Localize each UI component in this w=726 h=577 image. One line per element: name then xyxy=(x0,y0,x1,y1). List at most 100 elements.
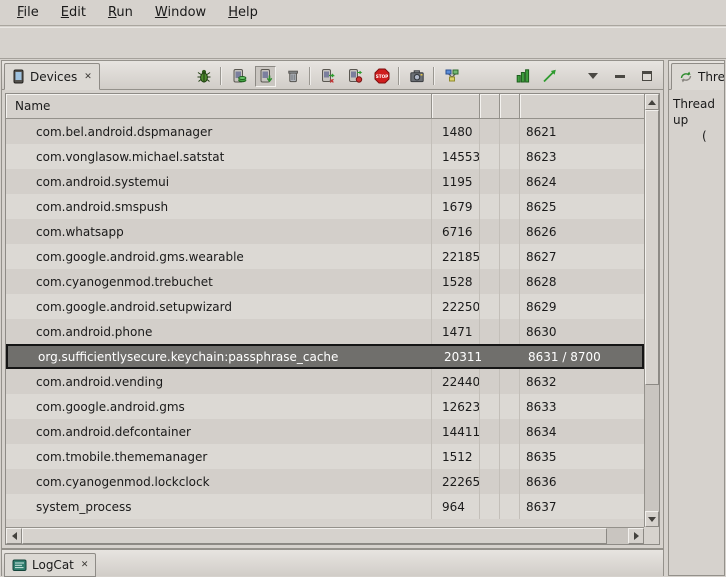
threads-panel: Threads ✕ Thread up ( xyxy=(668,60,725,576)
process-port-cell: 8625 xyxy=(520,194,644,219)
scroll-down-icon[interactable] xyxy=(645,511,659,527)
column-header-pid[interactable] xyxy=(432,94,480,118)
process-blank-cell2 xyxy=(500,144,520,169)
vertical-scrollbar[interactable] xyxy=(644,94,659,527)
process-port-cell: 8636 xyxy=(520,469,644,494)
column-header-blank1[interactable] xyxy=(480,94,500,118)
device-process-row[interactable]: com.android.smspush 1679 8625 xyxy=(6,194,644,219)
menu-edit[interactable]: Edit xyxy=(50,1,97,24)
tab-logcat-close-icon[interactable]: ✕ xyxy=(79,560,89,570)
devices-toolbar: STOP xyxy=(193,64,657,88)
device-process-row[interactable]: system_process 964 8637 xyxy=(6,494,644,519)
device-process-row[interactable]: com.cyanogenmod.lockclock 22265 8636 xyxy=(6,469,644,494)
device-process-row[interactable]: com.cyanogenmod.trebuchet 1528 8628 xyxy=(6,269,644,294)
threads-message-line2: ( xyxy=(673,128,720,144)
device-process-row[interactable]: com.android.vending 22440 8632 xyxy=(6,369,644,394)
menu-file[interactable]: File xyxy=(6,1,50,24)
process-blank-cell1 xyxy=(480,419,500,444)
process-port-cell: 8627 xyxy=(520,244,644,269)
process-pid-cell: 1512 xyxy=(432,444,480,469)
device-process-row[interactable]: com.android.phone 1471 8630 xyxy=(6,319,644,344)
view-menu-icon[interactable] xyxy=(582,66,603,87)
device-process-row[interactable]: com.google.android.gms.wearable 22185 86… xyxy=(6,244,644,269)
process-blank-cell2 xyxy=(500,169,520,194)
horizontal-scroll-thumb[interactable] xyxy=(22,528,607,544)
process-blank-cell1 xyxy=(480,369,500,394)
menu-run[interactable]: Run xyxy=(97,1,144,24)
update-heap-icon[interactable] xyxy=(228,66,249,87)
device-process-row[interactable]: com.google.android.setupwizard 22250 862… xyxy=(6,294,644,319)
tab-threads-label: Threads xyxy=(698,70,725,84)
device-process-row[interactable]: com.android.defcontainer 14411 8634 xyxy=(6,419,644,444)
process-port-cell: 8631 / 8700 xyxy=(522,346,642,367)
process-blank-cell2 xyxy=(500,369,520,394)
screen-capture-icon[interactable] xyxy=(406,66,427,87)
process-name-cell: com.tmobile.thememanager xyxy=(6,444,432,469)
horizontal-scrollbar[interactable] xyxy=(6,527,644,544)
process-pid-cell: 14553 xyxy=(432,144,480,169)
process-pid-cell: 22265 xyxy=(432,469,480,494)
process-name-cell: com.android.smspush xyxy=(6,194,432,219)
process-port-cell: 8632 xyxy=(520,369,644,394)
vertical-scroll-thumb[interactable] xyxy=(645,110,659,385)
process-blank-cell1 xyxy=(480,469,500,494)
cause-gc-icon[interactable] xyxy=(282,66,303,87)
device-process-row[interactable]: com.tmobile.thememanager 1512 8635 xyxy=(6,444,644,469)
process-pid-cell: 1528 xyxy=(432,269,480,294)
process-pid-cell: 1471 xyxy=(432,319,480,344)
process-port-cell: 8628 xyxy=(520,269,644,294)
process-name-cell: com.android.defcontainer xyxy=(6,419,432,444)
dump-hprof-icon[interactable] xyxy=(255,66,276,87)
tab-devices[interactable]: Devices ✕ xyxy=(4,63,100,90)
process-port-cell: 8637 xyxy=(520,494,644,519)
column-header-port[interactable] xyxy=(520,94,644,118)
tab-devices-close-icon[interactable]: ✕ xyxy=(82,72,92,82)
device-table-rows: com.bel.android.dspmanager 1480 8621 com… xyxy=(6,119,644,527)
process-port-cell: 8633 xyxy=(520,394,644,419)
scroll-left-icon[interactable] xyxy=(6,528,22,544)
toolbar-separator xyxy=(309,67,311,85)
device-process-row[interactable]: com.android.systemui 1195 8624 xyxy=(6,169,644,194)
process-blank-cell2 xyxy=(500,469,520,494)
debug-process-icon[interactable] xyxy=(193,66,214,87)
process-port-cell: 8630 xyxy=(520,319,644,344)
stop-process-icon[interactable]: STOP xyxy=(371,66,392,87)
process-name-cell: com.bel.android.dspmanager xyxy=(6,119,432,144)
scroll-up-icon[interactable] xyxy=(645,94,659,110)
tab-threads[interactable]: Threads ✕ xyxy=(671,63,725,90)
menu-help[interactable]: Help xyxy=(217,1,269,24)
process-port-cell: 8624 xyxy=(520,169,644,194)
process-pid-cell: 6716 xyxy=(432,219,480,244)
process-blank-cell1 xyxy=(480,219,500,244)
graph-arrow-icon[interactable] xyxy=(539,66,560,87)
toolbar-separator xyxy=(398,67,400,85)
tab-devices-label: Devices xyxy=(30,70,77,84)
hierarchy-view-icon[interactable] xyxy=(441,66,462,87)
column-header-name[interactable]: Name xyxy=(6,94,432,118)
scroll-right-icon[interactable] xyxy=(628,528,644,544)
device-process-row[interactable]: com.vonglasow.michael.satstat 14553 8623 xyxy=(6,144,644,169)
column-header-blank2[interactable] xyxy=(500,94,520,118)
toolbar-separator xyxy=(433,67,435,85)
process-blank-cell2 xyxy=(500,444,520,469)
device-process-row[interactable]: org.sufficientlysecure.keychain:passphra… xyxy=(6,344,644,369)
tab-logcat[interactable]: LogCat ✕ xyxy=(4,553,96,577)
process-blank-cell2 xyxy=(500,244,520,269)
update-threads-icon[interactable] xyxy=(317,66,338,87)
process-blank-cell2 xyxy=(500,294,520,319)
menu-window[interactable]: Window xyxy=(144,1,217,24)
thread-bars-icon[interactable] xyxy=(512,66,533,87)
process-blank-cell2 xyxy=(500,319,520,344)
device-process-row[interactable]: com.bel.android.dspmanager 1480 8621 xyxy=(6,119,644,144)
devices-tabs-row: Devices ✕ xyxy=(2,61,663,90)
process-blank-cell1 xyxy=(480,269,500,294)
process-name-cell: com.whatsapp xyxy=(6,219,432,244)
device-process-row[interactable]: com.google.android.gms 12623 8633 xyxy=(6,394,644,419)
process-port-cell: 8634 xyxy=(520,419,644,444)
minimize-icon[interactable] xyxy=(609,66,630,87)
method-profiling-icon[interactable] xyxy=(344,66,365,87)
maximize-icon[interactable] xyxy=(636,66,657,87)
process-blank-cell1 xyxy=(480,194,500,219)
device-process-row[interactable]: com.whatsapp 6716 8626 xyxy=(6,219,644,244)
process-pid-cell: 20311 xyxy=(434,346,482,367)
